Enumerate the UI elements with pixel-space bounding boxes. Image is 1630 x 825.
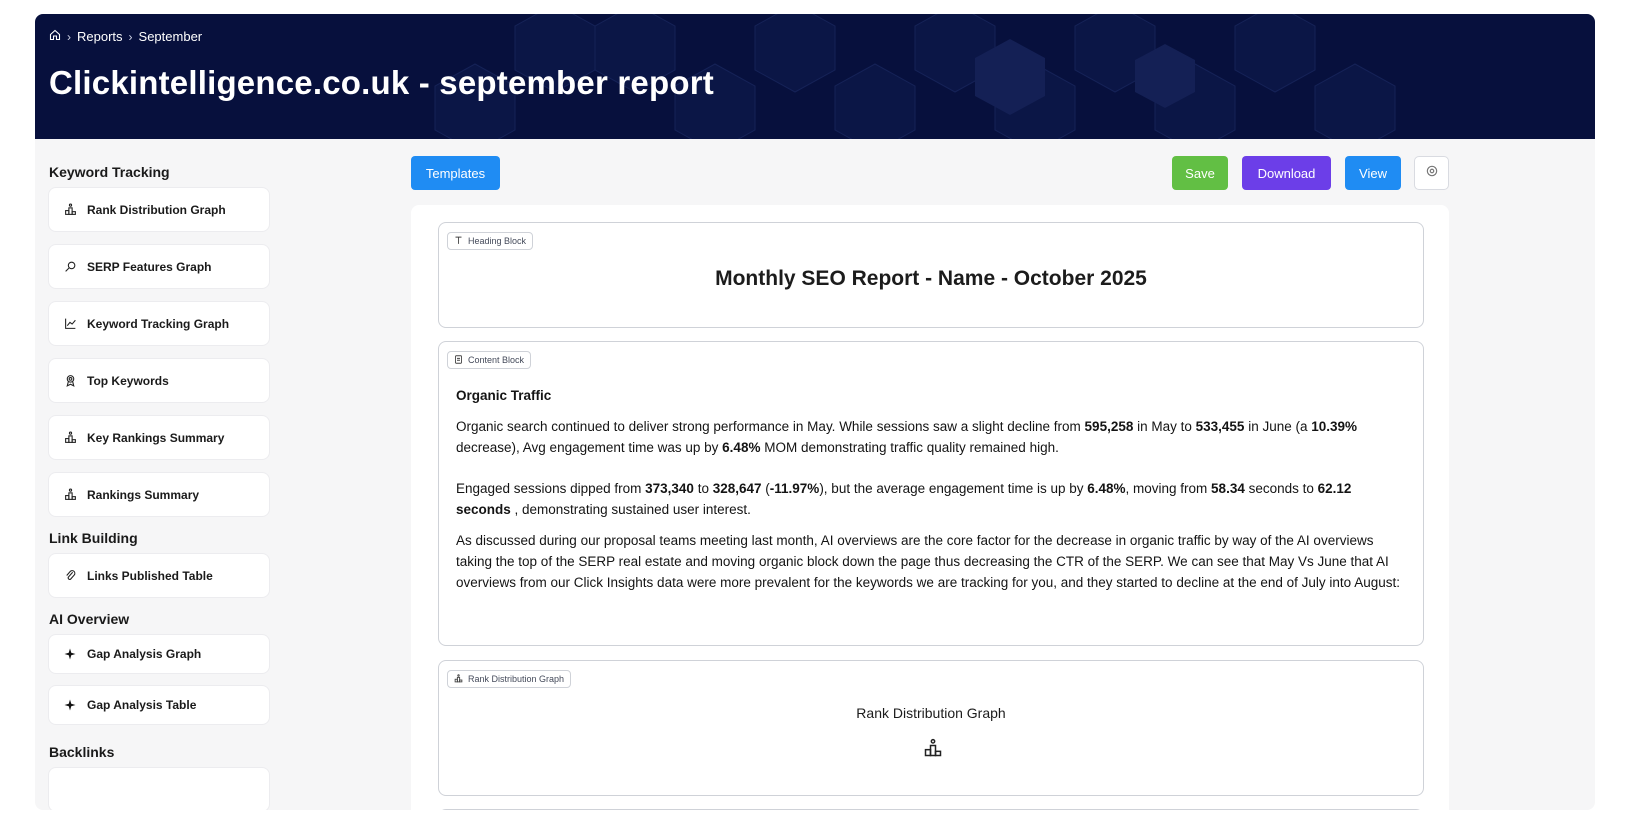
sidebar-item-label: Top Keywords — [87, 373, 169, 388]
sparkle-icon — [63, 647, 77, 661]
report-canvas: Heading Block Monthly SEO Report - Name … — [411, 205, 1449, 810]
block-tag-label: Heading Block — [468, 236, 527, 246]
content-paragraph-2: Engaged sessions dipped from 373,340 to … — [456, 481, 1352, 517]
sidebar-item-rankings-summary[interactable]: Rankings Summary — [49, 473, 269, 516]
group-title-link-building: Link Building — [49, 530, 138, 546]
block-tag: Rank Distribution Graph — [447, 670, 572, 688]
sidebar-item-gap-analysis-graph[interactable]: Gap Analysis Graph — [49, 635, 269, 673]
templates-button[interactable]: Templates — [411, 156, 500, 190]
view-button[interactable]: View — [1345, 156, 1401, 190]
document-icon — [454, 354, 463, 366]
sidebar-item-label: Gap Analysis Graph — [87, 647, 202, 661]
chevron-right-icon: › — [128, 29, 133, 44]
content-title: Organic Traffic — [456, 388, 552, 403]
page-title: Clickintelligence.co.uk - september repo… — [49, 64, 714, 101]
content-block[interactable]: Content Block Organic Traffic Organic se… — [438, 341, 1424, 646]
rank-icon — [63, 203, 77, 217]
group-title-ai-overview: AI Overview — [49, 611, 130, 627]
home-icon[interactable] — [49, 29, 61, 44]
rank-icon — [454, 673, 463, 685]
sidebar-item-backlinks-partial[interactable] — [49, 768, 269, 810]
sidebar-item-rank-distribution-graph[interactable]: Rank Distribution Graph — [49, 188, 269, 231]
sparkle-icon — [63, 698, 77, 712]
sidebar-item-top-keywords[interactable]: Top Keywords — [49, 359, 269, 402]
sidebar-item-label: Rankings Summary — [87, 487, 200, 502]
report-header: › Reports › September Clickintelligence.… — [35, 14, 1595, 139]
content-paragraph-3: As discussed during our proposal teams m… — [456, 533, 1400, 590]
content-paragraph-1: Organic search continued to deliver stro… — [456, 419, 1358, 455]
gear-icon — [1425, 164, 1439, 183]
content-body: Organic Traffic Organic search continued… — [456, 385, 1406, 603]
rank-icon — [923, 738, 943, 763]
sidebar-item-label: Gap Analysis Table — [87, 698, 197, 712]
serp-icon — [63, 260, 77, 274]
sidebar-item-key-rankings-summary[interactable]: Key Rankings Summary — [49, 416, 269, 459]
app-frame: › Reports › September Clickintelligence.… — [35, 14, 1595, 810]
breadcrumb: › Reports › September — [49, 29, 202, 44]
sidebar: Keyword Tracking Rank Distribution Graph… — [49, 154, 269, 810]
sidebar-item-gap-analysis-table[interactable]: Gap Analysis Table — [49, 686, 269, 724]
rank-distribution-block[interactable]: Rank Distribution Graph Rank Distributio… — [438, 660, 1424, 796]
heading-icon — [454, 236, 463, 247]
sidebar-item-label: Links Published Table — [87, 568, 213, 583]
group-title-keyword-tracking: Keyword Tracking — [49, 164, 170, 180]
line-chart-icon — [63, 317, 77, 331]
sidebar-item-label: SERP Features Graph — [87, 259, 212, 274]
group-title-backlinks: Backlinks — [49, 744, 115, 760]
block-tag: Content Block — [447, 351, 532, 369]
rank-icon — [63, 431, 77, 445]
sidebar-item-links-published-table[interactable]: Links Published Table — [49, 554, 269, 597]
chevron-right-icon: › — [67, 29, 71, 44]
breadcrumb-reports[interactable]: Reports — [77, 29, 123, 44]
sidebar-item-keyword-tracking-graph[interactable]: Keyword Tracking Graph — [49, 302, 269, 345]
rank-block-title: Rank Distribution Graph — [856, 705, 1006, 721]
sidebar-item-label: Rank Distribution Graph — [87, 202, 226, 217]
breadcrumb-september[interactable]: September — [139, 29, 203, 44]
next-block-partial[interactable] — [438, 809, 1424, 810]
block-tag-label: Rank Distribution Graph — [468, 674, 565, 684]
heading-block[interactable]: Heading Block Monthly SEO Report - Name … — [438, 222, 1424, 328]
award-icon — [63, 374, 77, 388]
sidebar-item-label: Keyword Tracking Graph — [87, 316, 230, 331]
rank-icon — [63, 488, 77, 502]
paperclip-icon — [63, 569, 77, 583]
sidebar-item-label: Key Rankings Summary — [87, 430, 225, 445]
block-tag: Heading Block — [447, 232, 534, 250]
sidebar-item-serp-features-graph[interactable]: SERP Features Graph — [49, 245, 269, 288]
block-tag-label: Content Block — [468, 355, 525, 365]
settings-button[interactable] — [1414, 156, 1449, 190]
download-button[interactable]: Download — [1242, 156, 1331, 190]
save-button[interactable]: Save — [1172, 156, 1228, 190]
report-heading: Monthly SEO Report - Name - October 2025 — [715, 267, 1147, 290]
